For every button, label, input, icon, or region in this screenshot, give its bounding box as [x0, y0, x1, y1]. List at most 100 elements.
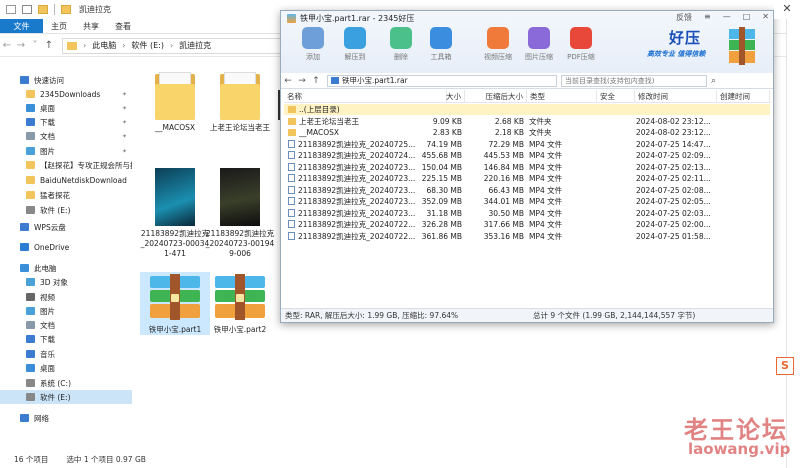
archive-row[interactable]: 21183892凯迪拉克_20240724... 455.68 MB 445.53 … — [284, 150, 770, 161]
back-arrow-icon[interactable]: ← — [0, 40, 14, 51]
sidebar-item[interactable]: BaiduNetdiskDownload — [0, 173, 132, 187]
archive-row[interactable]: 21183892凯迪拉克_20240725... 74.19 MB 72.29 MB… — [284, 139, 770, 150]
tool-button[interactable]: 工具箱 — [421, 27, 461, 62]
tool-button[interactable]: 视频压缩 — [478, 27, 518, 62]
row-modified: 2024-07-25 02:05... — [636, 197, 711, 206]
column-header[interactable]: 创建时间 — [717, 90, 770, 103]
window-title: 凯迪拉克 — [79, 5, 111, 14]
column-header[interactable]: 压缩后大小 — [465, 90, 527, 103]
sidebar-item[interactable]: 此电脑 — [0, 261, 132, 275]
sidebar-item[interactable]: OneDrive — [0, 240, 132, 254]
sidebar-item[interactable]: 桌面 ✦ — [0, 101, 132, 115]
tab-file[interactable]: 文件 — [0, 19, 43, 33]
sidebar-item[interactable]: 网络 — [0, 411, 132, 425]
archive-row[interactable]: 21183892凯迪拉克_20240723... 68.30 MB 66.43 MB… — [284, 185, 770, 196]
tab-home[interactable]: 主页 — [43, 19, 75, 33]
row-modified: 2024-07-25 02:09... — [636, 151, 711, 160]
picture-icon — [26, 307, 35, 315]
archive-search-input[interactable]: 当前目录查找(支持包内查找) — [561, 74, 707, 87]
sidebar-item[interactable]: 文档 — [0, 318, 132, 332]
sidebar-item[interactable]: WPS云盘 — [0, 220, 132, 234]
file-item[interactable]: 铁甲小宝.part2 — [205, 272, 275, 335]
sidebar-item[interactable]: 桌面 — [0, 361, 132, 375]
breadcrumb-drive-e[interactable]: 软件 (E:) — [131, 40, 164, 51]
file-item[interactable]: 21183892凯迪拉克_20240723-000341-471 — [140, 168, 210, 259]
file-item[interactable]: 铁甲小宝.part1 — [140, 272, 210, 335]
archive-row[interactable]: 21183892凯迪拉克_20240723... 150.04 MB 146.84 … — [284, 162, 770, 173]
sogou-ime-icon[interactable]: S — [776, 357, 794, 375]
sidebar-item[interactable]: 图片 ✦ — [0, 144, 132, 158]
archive-row[interactable]: 21183892凯迪拉克_20240722... 361.86 MB 353.16 … — [284, 231, 770, 242]
sidebar-item[interactable]: 图片 — [0, 304, 132, 318]
tab-share[interactable]: 共享 — [75, 19, 107, 33]
maximize-button[interactable]: □ — [743, 12, 751, 23]
breadcrumb-current-folder[interactable]: 凯迪拉克 — [179, 40, 211, 51]
sidebar-item[interactable]: 音乐 — [0, 347, 132, 361]
tool-button[interactable]: 解压到 — [335, 27, 375, 62]
tool-icon — [302, 27, 324, 49]
tool-button[interactable]: 添加 — [293, 27, 333, 62]
tab-view[interactable]: 查看 — [107, 19, 139, 33]
properties-icon[interactable] — [22, 5, 32, 14]
row-name-text: 21183892凯迪拉克_20240725... — [298, 139, 416, 149]
menu-icon[interactable]: ≡ — [704, 12, 711, 23]
column-header[interactable]: 大小 — [403, 90, 465, 103]
forward-arrow-icon[interactable]: → — [295, 76, 309, 86]
minimize-button[interactable]: — — [723, 12, 731, 23]
explorer-status-bar: 16 个项目 选中 1 个项目 0.97 GB — [0, 450, 800, 468]
sidebar-item[interactable]: 软件 (E:) — [0, 203, 132, 217]
save-icon[interactable] — [6, 5, 16, 14]
sidebar-item[interactable]: 下载 — [0, 332, 132, 346]
back-arrow-icon[interactable]: ← — [281, 76, 295, 86]
sidebar-item[interactable]: 猛者探花 — [0, 188, 132, 202]
row-type: MP4 文件 — [529, 208, 563, 218]
column-header[interactable]: 安全 — [597, 90, 635, 103]
search-icon[interactable]: ⌕ — [711, 76, 716, 86]
file-item[interactable]: __MACOSX — [140, 72, 210, 133]
archive-row[interactable]: 21183892凯迪拉克_20240723... 31.18 MB 30.50 MB… — [284, 208, 770, 219]
archive-row[interactable]: 21183892凯迪拉克_20240722... 326.28 MB 317.66 … — [284, 219, 770, 230]
breadcrumb-this-pc[interactable]: 此电脑 — [92, 40, 116, 51]
archive-row[interactable]: ..(上层目录) — [284, 104, 770, 115]
desktop-icon — [26, 104, 35, 112]
tool-button[interactable]: 删除 — [381, 27, 421, 62]
sidebar-item-label: 【赵探花】专攻正规会所与按 — [40, 160, 132, 170]
cloud-icon — [20, 243, 29, 251]
forward-arrow-icon[interactable]: → — [14, 40, 28, 51]
background-close-button[interactable]: ✕ — [774, 0, 800, 19]
sidebar-item[interactable]: 下载 ✦ — [0, 115, 132, 129]
new-folder-icon[interactable] — [38, 5, 48, 14]
row-type: MP4 文件 — [529, 231, 563, 241]
sidebar-item[interactable]: 软件 (E:) — [0, 390, 132, 404]
column-header[interactable]: 类型 — [527, 90, 597, 103]
recent-chevron-icon[interactable]: ˅ — [28, 40, 42, 51]
sidebar-item[interactable]: 系统 (C:) — [0, 376, 132, 390]
feedback-link[interactable]: 反馈 — [676, 12, 692, 23]
row-type: 文件夹 — [529, 128, 552, 137]
rar-archive-icon — [211, 272, 269, 322]
archive-row[interactable]: 21183892凯迪拉克_20240723... 352.09 MB 344.01 … — [284, 196, 770, 207]
sidebar-item-label: 2345Downloads — [40, 89, 101, 99]
column-header[interactable]: 修改时间 — [635, 90, 717, 103]
sidebar-item[interactable]: 3D 对象 — [0, 275, 132, 289]
sidebar-item[interactable]: 视频 — [0, 290, 132, 304]
archive-row[interactable]: __MACOSX 2.83 KB 2.18 KB 文件夹 2024-08-02 23:1… — [284, 127, 770, 138]
sidebar-item[interactable]: 快速访问 — [0, 73, 132, 87]
file-item[interactable]: 上老王论坛当老王 — [205, 72, 275, 133]
network-icon — [20, 414, 29, 422]
close-button[interactable]: ✕ — [762, 12, 769, 23]
archive-row[interactable]: 21183892凯迪拉克_20240723... 225.15 MB 220.16 … — [284, 173, 770, 184]
document-icon — [26, 321, 35, 329]
archive-path-field[interactable]: 铁甲小宝.part1.rar — [327, 74, 557, 87]
up-arrow-icon[interactable]: ↑ — [309, 76, 323, 86]
tool-label: 工具箱 — [430, 53, 452, 61]
sidebar-item[interactable]: 文档 ✦ — [0, 129, 132, 143]
tool-button[interactable]: PDF压缩 — [561, 27, 601, 62]
sidebar-item-label: 此电脑 — [34, 263, 57, 273]
file-item[interactable]: 21183892凯迪拉克_20240723-001949-006 — [205, 168, 275, 259]
sidebar-item[interactable]: 2345Downloads ✦ — [0, 87, 132, 101]
archive-row[interactable]: 上老王论坛当老王 9.09 KB 2.68 KB 文件夹 2024-08-02 23:1… — [284, 116, 770, 127]
tool-button[interactable]: 图片压缩 — [519, 27, 559, 62]
up-arrow-icon[interactable]: ↑ — [42, 40, 56, 51]
sidebar-item[interactable]: 【赵探花】专攻正规会所与按 — [0, 158, 132, 172]
